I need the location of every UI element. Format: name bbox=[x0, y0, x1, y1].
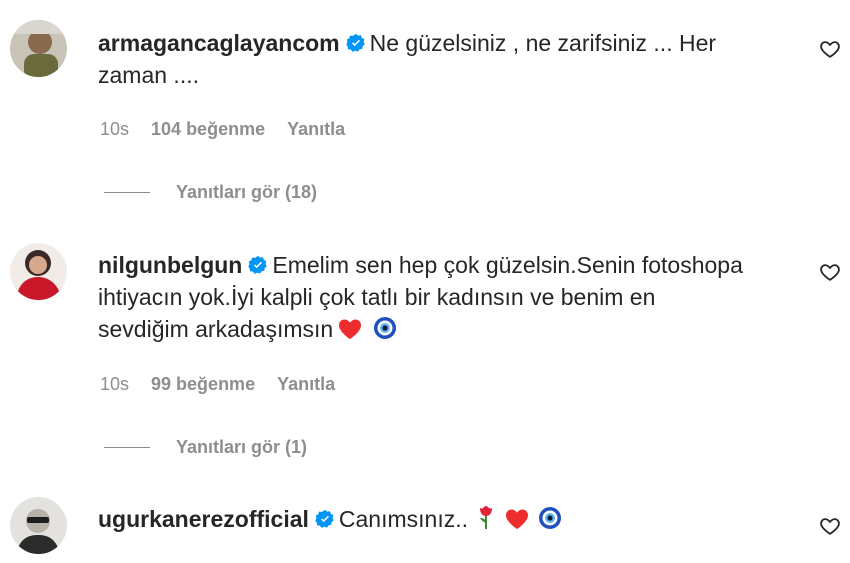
comment-time: 10s bbox=[100, 374, 130, 394]
comment-meta: 10s 104 beğenme Yanıtla bbox=[100, 119, 345, 140]
comment-text-line1: Ne güzelsiniz , ne zarifsiniz ... Her bbox=[369, 30, 717, 56]
comment-meta: 10s 99 beğenme Yanıtla bbox=[100, 374, 335, 395]
comment-text-block: ugurkanerezofficial Canımsınız.. bbox=[98, 503, 778, 535]
divider-line bbox=[104, 447, 150, 448]
rose-emoji bbox=[480, 506, 492, 529]
comment-text-line2: ihtiyacın yok.İyi kalpli çok tatlı bir k… bbox=[98, 284, 656, 310]
likes-count[interactable]: 104 beğenme bbox=[151, 119, 265, 140]
comment-text-line1: Emelim sen hep çok güzelsin.Senin fotosh… bbox=[272, 252, 743, 278]
nazar-eye-emoji bbox=[374, 317, 397, 339]
comment-text-line2: zaman .... bbox=[98, 62, 199, 88]
nazar-eye-emoji bbox=[539, 507, 561, 529]
comment-time: 10s bbox=[100, 119, 130, 139]
username[interactable]: ugurkanerezofficial bbox=[98, 506, 309, 532]
comment-text-block: nilgunbelgun Emelim sen hep çok güzelsin.… bbox=[98, 249, 778, 345]
like-heart-icon[interactable] bbox=[819, 38, 841, 60]
avatar-ugurkanerezofficial[interactable] bbox=[10, 497, 67, 554]
likes-count[interactable]: 99 beğenme bbox=[151, 374, 255, 395]
verified-badge-icon bbox=[248, 255, 268, 274]
like-heart-icon[interactable] bbox=[819, 261, 841, 283]
username[interactable]: nilgunbelgun bbox=[98, 252, 242, 278]
reply-button[interactable]: Yanıtla bbox=[287, 119, 345, 140]
reply-button[interactable]: Yanıtla bbox=[277, 374, 335, 395]
view-replies[interactable]: Yanıtları gör (18) bbox=[104, 182, 317, 203]
view-replies-label[interactable]: Yanıtları gör (18) bbox=[176, 182, 317, 203]
view-replies[interactable]: Yanıtları gör (1) bbox=[104, 437, 307, 458]
avatar-nilgunbelgun[interactable] bbox=[10, 243, 67, 300]
username[interactable]: armagancaglayancom bbox=[98, 30, 340, 56]
red-heart-emoji bbox=[339, 319, 362, 339]
view-replies-label[interactable]: Yanıtları gör (1) bbox=[176, 437, 307, 458]
red-heart-emoji bbox=[506, 509, 528, 529]
verified-badge-icon bbox=[345, 33, 365, 52]
like-heart-icon[interactable] bbox=[819, 515, 841, 537]
comment-text-line3: sevdiğim arkadaşımsın bbox=[98, 316, 334, 342]
divider-line bbox=[104, 192, 150, 193]
verified-badge-icon bbox=[315, 509, 334, 528]
avatar-armagancaglayancom[interactable] bbox=[10, 20, 67, 77]
comment-text-block: armagancaglayancom Ne güzelsiniz , ne zar… bbox=[98, 27, 778, 91]
comment-text-line1: Canımsınız.. bbox=[338, 506, 468, 532]
